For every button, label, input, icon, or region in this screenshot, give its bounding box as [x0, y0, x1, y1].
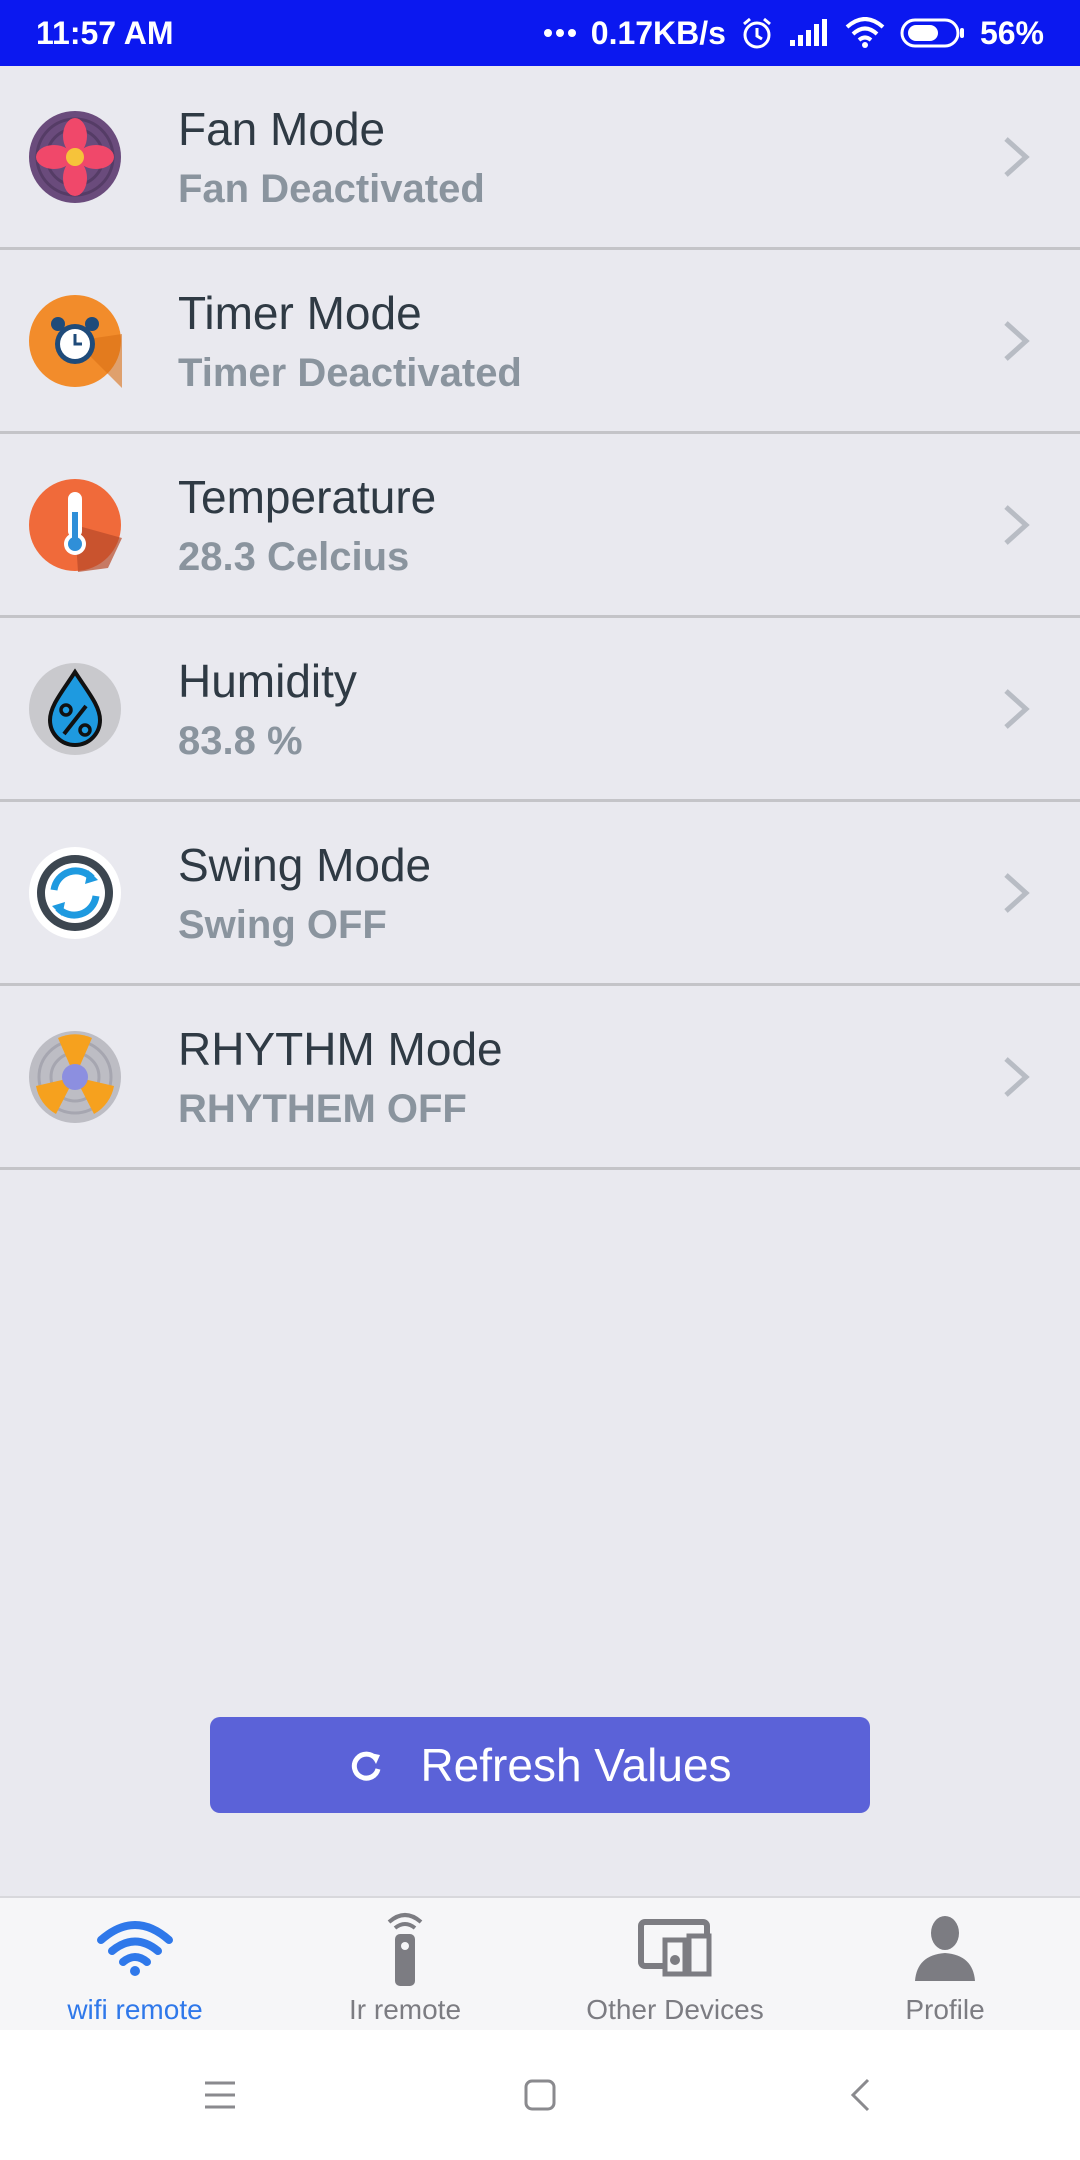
nav-profile[interactable]: Profile [810, 1898, 1080, 2030]
row-title: Swing Mode [178, 839, 432, 892]
row-text: Humidity 83.8 % [178, 653, 357, 764]
row-text: RHYTHM Mode RHYTHEM OFF [178, 1021, 503, 1132]
nav-ir-remote[interactable]: Ir remote [270, 1898, 540, 2030]
nav-label: wifi remote [67, 1994, 203, 2025]
signal-icon [788, 18, 830, 48]
refresh-values-button[interactable]: Refresh Values [210, 1717, 870, 1813]
alarm-clock-icon [28, 294, 122, 388]
row-text: Timer Mode Timer Deactivated [178, 285, 522, 396]
back-icon[interactable] [810, 2045, 910, 2145]
row-subtitle: RHYTHEM OFF [178, 1086, 467, 1131]
list-item-rhythm-mode[interactable]: RHYTHM Mode RHYTHEM OFF [0, 986, 1080, 1170]
list-item-timer-mode[interactable]: Timer Mode Timer Deactivated [0, 250, 1080, 434]
bottom-nav: wifi remote Ir remote Other Devices Prof… [0, 1896, 1080, 2030]
network-speed: 0.17KB/s [590, 14, 726, 51]
nav-label: Ir remote [348, 1994, 462, 2025]
row-subtitle: Fan Deactivated [178, 166, 485, 211]
list-item-temperature[interactable]: Temperature 28.3 Celcius [0, 434, 1080, 618]
dots-icon [543, 28, 577, 38]
alarm-icon [740, 16, 774, 50]
row-text: Temperature 28.3 Celcius [178, 469, 436, 580]
status-right: 0.17KB/s 56% [543, 15, 1044, 52]
list-item-humidity[interactable]: Humidity 83.8 % [0, 618, 1080, 802]
humidity-drop-icon [28, 662, 122, 756]
refresh-button-label: Refresh Values [420, 1739, 732, 1791]
chevron-right-icon [1004, 504, 1030, 545]
home-icon[interactable] [490, 2045, 590, 2145]
nav-label: Other Devices [586, 1994, 764, 2025]
wifi-icon [844, 17, 886, 49]
row-subtitle: Swing OFF [178, 902, 387, 947]
status-time: 11:57 AM [36, 14, 174, 51]
status-bar: 11:57 AM 0.17KB/s 56% [0, 0, 1080, 66]
row-title: Humidity [178, 655, 357, 708]
row-title: RHYTHM Mode [178, 1023, 503, 1076]
row-subtitle: 28.3 Celcius [178, 534, 410, 579]
row-text: Fan Mode Fan Deactivated [178, 101, 485, 212]
list-item-fan-mode[interactable]: Fan Mode Fan Deactivated [0, 66, 1080, 250]
person-icon [913, 1908, 977, 1988]
nav-other-devices[interactable]: Other Devices [540, 1898, 810, 2030]
nav-label: Profile [905, 1994, 985, 2025]
menu-icon[interactable] [170, 2045, 270, 2145]
chevron-right-icon [1004, 136, 1030, 177]
chevron-right-icon [1004, 320, 1030, 361]
settings-list: Fan Mode Fan Deactivated Timer Mode Time… [0, 66, 1080, 1170]
chevron-right-icon [1004, 688, 1030, 729]
wifi-icon [95, 1908, 175, 1988]
row-title: Temperature [178, 471, 437, 524]
swing-icon [28, 846, 122, 940]
fan-icon [28, 110, 122, 204]
rhythm-fan-icon [28, 1030, 122, 1124]
battery-icon [900, 17, 966, 49]
chevron-right-icon [1004, 1056, 1030, 1097]
battery-percent: 56% [979, 14, 1044, 51]
list-item-swing-mode[interactable]: Swing Mode Swing OFF [0, 802, 1080, 986]
system-nav-bar [0, 2030, 1080, 2160]
row-title: Timer Mode [178, 287, 422, 340]
nav-wifi-remote[interactable]: wifi remote [0, 1898, 270, 2030]
row-text: Swing Mode Swing OFF [178, 837, 431, 948]
row-title: Fan Mode [178, 103, 386, 156]
row-subtitle: 83.8 % [178, 718, 303, 763]
thermometer-icon [28, 478, 122, 572]
devices-icon [637, 1908, 713, 1988]
row-subtitle: Timer Deactivated [178, 350, 522, 395]
remote-icon [375, 1908, 435, 1988]
refresh-icon [352, 1751, 381, 1781]
chevron-right-icon [1004, 872, 1030, 913]
